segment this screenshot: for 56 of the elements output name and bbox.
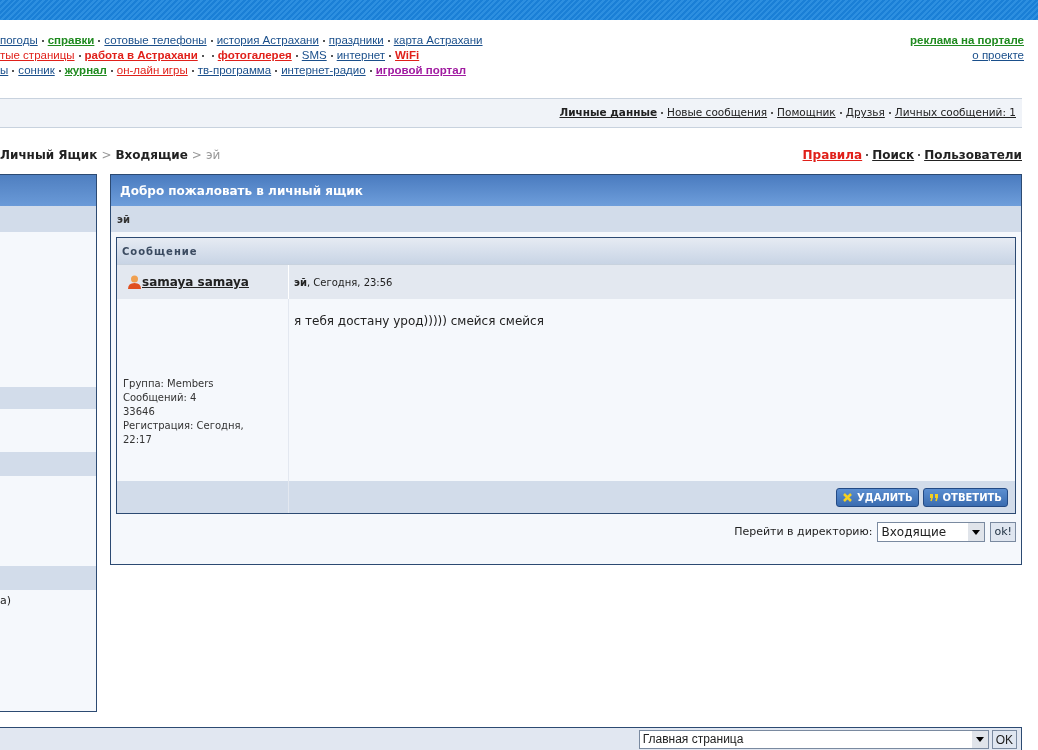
user-bar-link[interactable]: Личные данные	[559, 105, 657, 121]
author-info: Сообщений: 4	[123, 391, 198, 405]
nav-link[interactable]: справки	[47, 33, 95, 48]
nav-link[interactable]: WiFi	[395, 48, 420, 63]
nav-link[interactable]: SMS	[301, 48, 327, 63]
top-link[interactable]: Поиск	[872, 146, 915, 164]
message-header: Сообщение	[117, 238, 1015, 264]
nav-link[interactable]: сотовые телефоны	[104, 33, 207, 48]
user-bar-link[interactable]: Личных сообщений: 1	[894, 105, 1016, 121]
reply-button[interactable]: ОТВЕТИТЬ	[922, 487, 1008, 507]
user-bar-link[interactable]: Новые сообщения	[667, 105, 768, 121]
page-select[interactable]: Главная страница	[638, 729, 989, 749]
nav-link[interactable]: он-лайн игры	[116, 63, 188, 78]
nav-link[interactable]: тые страницы	[0, 48, 75, 63]
breadcrumb-link[interactable]: Входящие	[115, 146, 188, 164]
message-meta: эй, Сегодня, 23:56	[294, 275, 393, 290]
message-body: я тебя достану урод))))) смейся смейся	[294, 314, 544, 328]
nav-link[interactable]: игровой портал	[375, 63, 466, 78]
top-link[interactable]: Пользователи	[924, 146, 1022, 164]
quote-icon	[928, 492, 939, 502]
ok-button[interactable]: OK	[991, 729, 1017, 749]
subject-bar: эй	[111, 206, 1021, 232]
user-icon	[128, 275, 141, 289]
nav-link[interactable]: работа в Астрахани	[84, 48, 198, 63]
header-link[interactable]: реклама на портале	[910, 33, 1024, 48]
author-info: 22:17	[123, 433, 153, 447]
user-bar-link[interactable]: Друзья	[845, 105, 885, 121]
nav-link[interactable]: интернет-радио	[281, 63, 366, 78]
current-page-title: эй	[205, 147, 221, 164]
breadcrumb-link[interactable]: Личный Ящик	[0, 146, 98, 164]
nav-link[interactable]: карта Астрахани	[393, 33, 483, 48]
nav-link[interactable]: история Астрахани	[216, 33, 319, 48]
nav-link[interactable]: сонник	[18, 63, 55, 78]
nav-link[interactable]: ы	[0, 63, 9, 78]
cross-icon	[842, 491, 854, 503]
nav-link[interactable]: интернет	[336, 48, 386, 63]
ok-button[interactable]: ok!	[990, 522, 1016, 542]
breadcrumb-separator: >	[101, 147, 112, 164]
jump-label: Перейти в директорию:	[734, 523, 873, 540]
nav-link[interactable]: тв-программа	[197, 63, 272, 78]
nav-link[interactable]: журнал	[64, 63, 107, 78]
user-bar-link[interactable]: Помощник	[777, 105, 836, 121]
sidebar-text: а)	[0, 593, 12, 609]
nav-link[interactable]: фотогалерея	[217, 48, 292, 63]
folder-select[interactable]: Входящие	[877, 522, 986, 542]
breadcrumb-separator: >	[191, 147, 202, 164]
author-link[interactable]: samaya samaya	[142, 273, 249, 291]
author-info: 33646	[123, 405, 156, 419]
header-link[interactable]: о проекте	[972, 48, 1024, 63]
panel-title: Добро пожаловать в личный ящик	[111, 175, 1021, 206]
author-info: Группа: Members	[123, 377, 215, 391]
nav-link[interactable]: погоды	[0, 33, 38, 48]
delete-button[interactable]: УДАЛИТЬ	[836, 487, 919, 507]
top-link[interactable]: Правила	[802, 146, 863, 164]
nav-link[interactable]: праздники	[328, 33, 384, 48]
author-info: Регистрация: Сегодня,	[123, 419, 245, 433]
